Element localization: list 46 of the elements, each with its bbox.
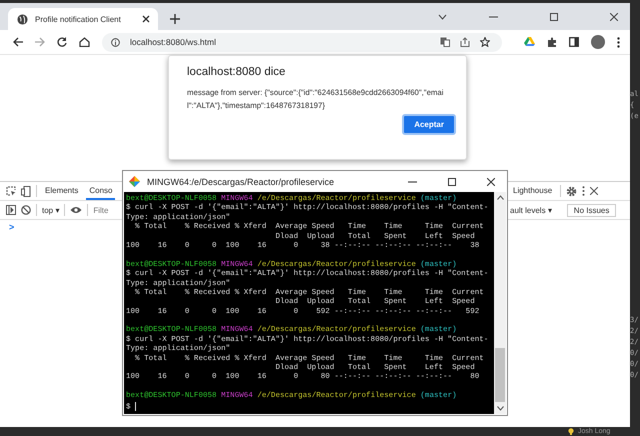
plus-icon[interactable] <box>170 14 180 24</box>
menu-icon[interactable] <box>617 36 620 48</box>
maximize-icon[interactable] <box>448 178 456 186</box>
chevron-down-icon[interactable] <box>438 14 447 20</box>
diamond-logo-icon <box>129 176 140 187</box>
sidebar-icon[interactable] <box>6 205 16 215</box>
inspect-icon[interactable] <box>6 186 16 196</box>
back-arrow-icon[interactable] <box>13 37 23 47</box>
minimize-icon[interactable] <box>489 16 498 18</box>
close-icon[interactable] <box>487 178 495 186</box>
scrollbar[interactable] <box>494 192 506 414</box>
close-icon[interactable] <box>590 187 598 195</box>
devtools-tab[interactable]: Elements <box>42 182 82 200</box>
scrollbar-thumb[interactable] <box>495 348 505 402</box>
side-panel-icon[interactable] <box>569 37 579 47</box>
eye-icon[interactable] <box>70 206 82 214</box>
drive-icon[interactable] <box>524 37 535 47</box>
browser-tab[interactable]: Profile notification Client <box>8 8 158 30</box>
reload-icon[interactable] <box>57 37 67 47</box>
star-icon[interactable] <box>480 37 490 47</box>
lightbulb-icon <box>568 428 574 435</box>
address-bar[interactable]: localhost:8080/ws.html <box>102 32 502 52</box>
levels-dropdown[interactable]: ault levels ▾ <box>510 206 552 214</box>
minimize-icon[interactable] <box>408 180 417 182</box>
issues-button[interactable]: No Issues <box>566 204 616 216</box>
globe-icon <box>17 14 28 24</box>
close-icon[interactable] <box>142 15 150 23</box>
text-cursor <box>135 402 136 411</box>
translate-icon[interactable] <box>440 37 450 47</box>
close-icon[interactable] <box>610 12 618 20</box>
avatar[interactable] <box>591 35 605 49</box>
more-icon[interactable] <box>582 186 586 196</box>
terminal-title: MINGW64:/e/Descargas/Reactor/profileservice <box>147 176 334 186</box>
maximize-icon[interactable] <box>550 12 558 20</box>
console-prompt[interactable]: > <box>0 220 24 234</box>
devtools-tab[interactable]: Lighthouse <box>510 182 556 200</box>
device-icon[interactable] <box>21 186 31 196</box>
dialog-title: localhost:8080 dice <box>187 66 286 78</box>
puzzle-icon[interactable] <box>547 37 557 47</box>
clear-icon[interactable] <box>21 205 31 215</box>
accept-button[interactable]: Aceptar <box>402 114 456 135</box>
context-dropdown[interactable]: top ▾ <box>42 206 60 214</box>
home-icon[interactable] <box>79 37 90 47</box>
info-icon <box>111 38 120 46</box>
settings-icon[interactable] <box>566 186 578 196</box>
share-icon[interactable] <box>460 37 470 47</box>
